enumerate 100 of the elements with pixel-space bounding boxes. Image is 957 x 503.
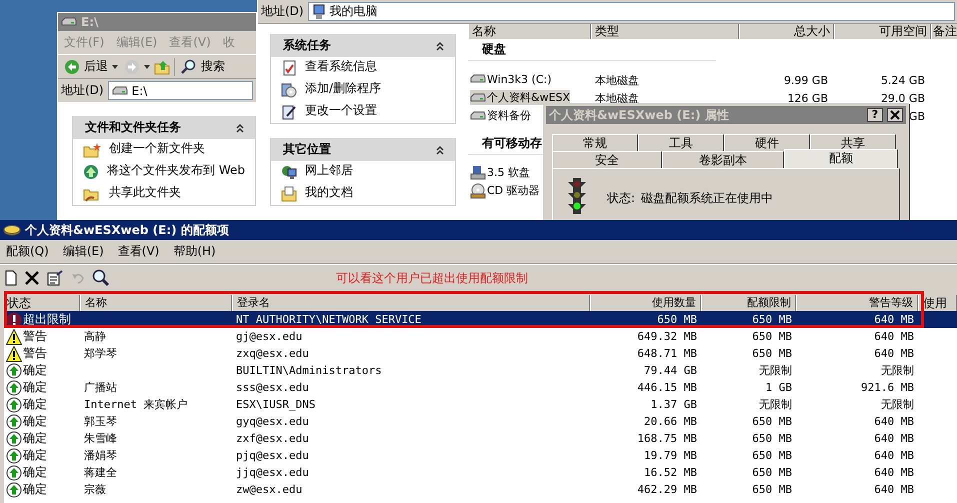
table-cell-text: ESX\IUSR_DNS bbox=[235, 398, 316, 411]
table-cell-text: 19.79 MB bbox=[643, 449, 698, 462]
table-cell-text: 650 MB bbox=[751, 347, 793, 360]
table-cell-text: 640 MB bbox=[873, 313, 915, 326]
table-cell-text: zxq@esx.edu bbox=[235, 347, 310, 360]
task-link[interactable]: 更改一个设置 bbox=[305, 104, 377, 117]
task-link[interactable]: 网上邻居 bbox=[305, 164, 353, 177]
table-cell-text: 无限制 bbox=[880, 363, 915, 378]
table-cell-text: 79.44 GB bbox=[643, 364, 698, 377]
drive-item[interactable]: 资料备份 bbox=[470, 108, 531, 124]
table-cell-text: 640 MB bbox=[873, 330, 915, 343]
task-link[interactable]: 共享此文件夹 bbox=[109, 186, 181, 199]
drive-item[interactable]: CD 驱动器 bbox=[470, 182, 540, 198]
table-cell-text: zw@esx.edu bbox=[235, 483, 304, 496]
table-cell-text: 640 MB bbox=[873, 347, 915, 360]
table-cell-text: 1.37 GB bbox=[650, 398, 698, 411]
status-text: 磁盘配额系统正在使用中 bbox=[641, 190, 774, 207]
menu-item[interactable]: 查看(V) bbox=[118, 243, 160, 260]
tab[interactable]: 硬件 bbox=[724, 134, 810, 151]
table-cell-text: gyq@esx.edu bbox=[235, 415, 310, 428]
drive-item[interactable]: 3.5 软盘 bbox=[470, 164, 530, 180]
table-cell-text: Internet 来宾帐户 bbox=[83, 397, 189, 412]
table-cell-text: 650 MB bbox=[751, 483, 793, 496]
table-cell-text: 640 MB bbox=[873, 415, 915, 428]
table-cell-text: sss@esx.edu bbox=[235, 381, 310, 394]
collapse-icon[interactable] bbox=[435, 144, 445, 154]
status-text: 确定 bbox=[23, 430, 47, 447]
table-cell-text: 无限制 bbox=[758, 397, 793, 412]
collapse-icon[interactable] bbox=[435, 40, 445, 50]
properties-icon[interactable] bbox=[46, 270, 64, 286]
menu-item[interactable]: 配额(Q) bbox=[6, 243, 49, 260]
panel-title: 文件和文件夹任务 bbox=[85, 119, 181, 136]
column-header[interactable]: 名称 bbox=[468, 24, 591, 39]
tab[interactable]: 安全 bbox=[552, 151, 662, 168]
task-link[interactable]: 查看系统信息 bbox=[305, 60, 377, 73]
drive-item[interactable]: 个人资料&wESX bbox=[470, 90, 570, 106]
tab[interactable]: 常规 bbox=[552, 134, 638, 151]
column-header[interactable]: 总大小 bbox=[739, 24, 834, 39]
address-field[interactable]: E:\ bbox=[108, 81, 253, 100]
table-cell: 126 GB bbox=[787, 92, 828, 104]
table-cell-text: 640 MB bbox=[873, 483, 915, 496]
table-cell-text: 650 MB bbox=[751, 466, 793, 479]
task-link[interactable]: 我的文档 bbox=[305, 186, 353, 199]
window-title: E:\ bbox=[81, 15, 98, 29]
menu-item[interactable]: 编辑(E) bbox=[62, 243, 104, 260]
task-link[interactable]: 创建一个新文件夹 bbox=[109, 142, 205, 155]
document-check-icon bbox=[281, 60, 297, 76]
new-document-icon[interactable] bbox=[4, 270, 18, 286]
table-cell-text: 16.52 MB bbox=[643, 466, 698, 479]
table-cell-text: 20.66 MB bbox=[643, 415, 698, 428]
table-cell: 29.0 GB bbox=[880, 92, 925, 104]
drive-item[interactable]: Win3k3 (C:) bbox=[470, 72, 552, 86]
status-text: 确定 bbox=[23, 396, 47, 413]
floppy-drive-icon bbox=[470, 164, 486, 180]
tab[interactable]: 工具 bbox=[638, 134, 724, 151]
table-cell-text: 650 MB bbox=[656, 313, 698, 326]
task-link[interactable]: 添加/删除程序 bbox=[305, 82, 382, 95]
globe-icon bbox=[83, 164, 99, 180]
disk-icon bbox=[3, 224, 21, 236]
status-text: 确定 bbox=[23, 464, 47, 481]
delete-icon[interactable] bbox=[24, 270, 40, 286]
status-text: 确定 bbox=[23, 481, 47, 498]
new-folder-icon bbox=[83, 142, 101, 158]
status-text: 确定 bbox=[23, 413, 47, 430]
collapse-icon[interactable] bbox=[235, 122, 245, 132]
address-field[interactable]: 我的电脑 bbox=[308, 2, 955, 21]
back-button[interactable]: 后退 bbox=[62, 57, 120, 76]
column-header[interactable]: 类型 bbox=[591, 24, 739, 39]
status-label: 状态: bbox=[607, 190, 636, 207]
status-text: 超出限制 bbox=[23, 311, 71, 328]
drive-icon bbox=[112, 86, 128, 96]
table-cell-text: 921.6 MB bbox=[860, 381, 915, 394]
task-link[interactable]: 将这个文件夹发布到 Web bbox=[107, 164, 245, 177]
tab[interactable]: 配额 bbox=[784, 149, 898, 168]
tab[interactable]: 卷影副本 bbox=[662, 151, 784, 168]
column-header[interactable]: 可用空间 bbox=[834, 24, 931, 39]
table-cell-text: 640 MB bbox=[873, 449, 915, 462]
table-cell: 5.24 GB bbox=[880, 74, 925, 86]
table-cell-text: 650 MB bbox=[751, 415, 793, 428]
table-cell-text: 无限制 bbox=[758, 363, 793, 378]
drive-icon bbox=[470, 92, 486, 103]
drive-icon bbox=[61, 17, 77, 27]
table-cell-text: 650 MB bbox=[751, 313, 793, 326]
table-cell-text: 蒋建全 bbox=[83, 465, 118, 480]
menu-item[interactable]: 帮助(H) bbox=[173, 243, 216, 260]
caret-icon bbox=[144, 64, 150, 68]
table-cell-text: 168.75 MB bbox=[636, 432, 698, 445]
column-header[interactable]: 备注 bbox=[931, 24, 957, 39]
panel-title: 其它位置 bbox=[283, 141, 331, 158]
table-cell-text: 650 MB bbox=[751, 330, 793, 343]
table-cell: GB bbox=[908, 110, 925, 122]
drive-icon bbox=[470, 74, 486, 84]
group-heading: 硬盘 bbox=[468, 39, 716, 61]
table-cell-text: 郭玉琴 bbox=[83, 414, 118, 429]
table-cell-text: BUILTIN\Administrators bbox=[235, 364, 383, 377]
table-cell-text: gj@esx.edu bbox=[235, 330, 304, 343]
search-icon[interactable] bbox=[92, 269, 110, 287]
table-cell-text: jjq@esx.edu bbox=[235, 466, 310, 479]
search-button[interactable]: 搜索 bbox=[179, 57, 227, 76]
table-cell-text: 广播站 bbox=[83, 380, 118, 395]
